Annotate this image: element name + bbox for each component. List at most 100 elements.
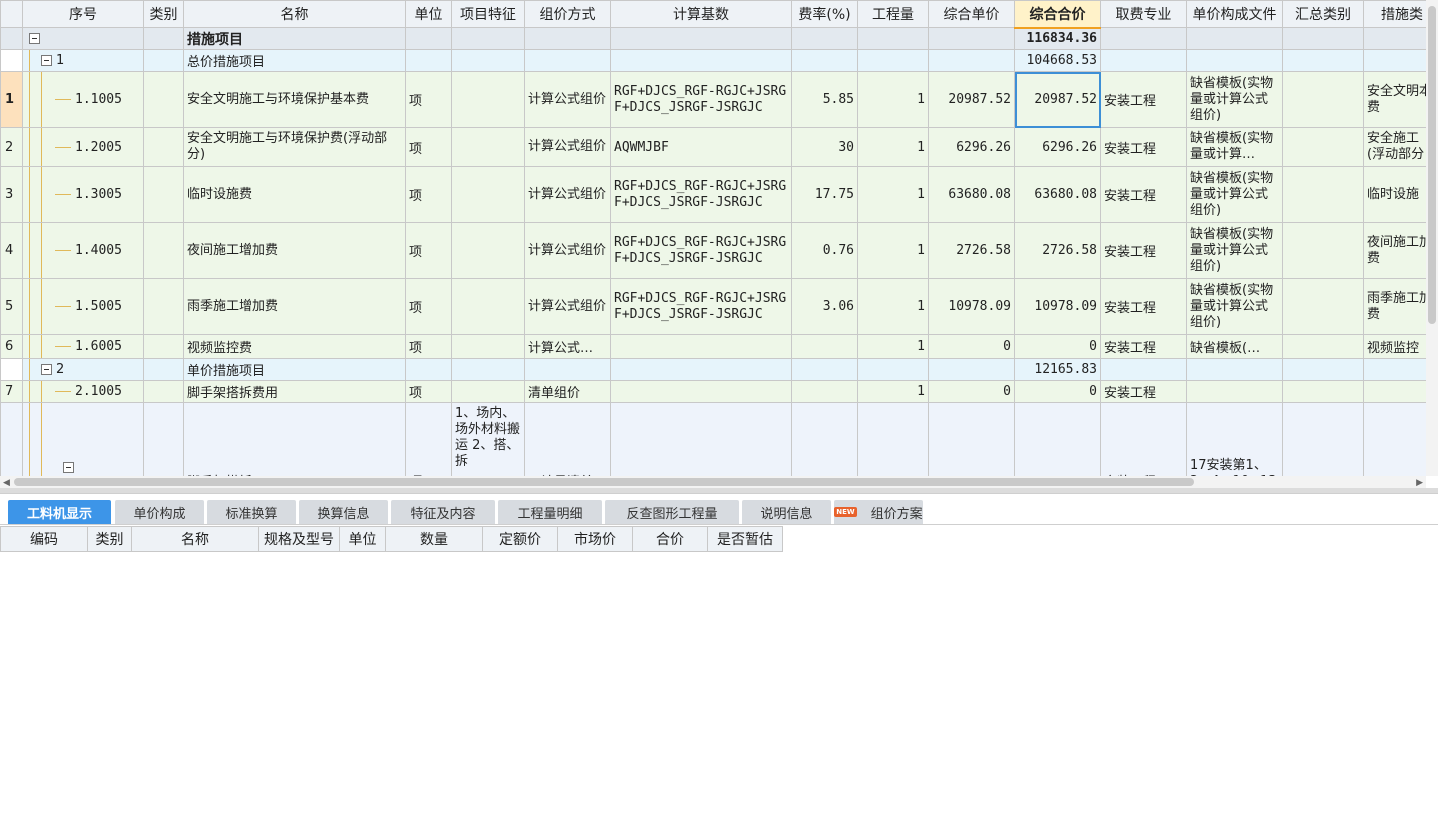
row-fee-type[interactable]: 安装工程 [1100,71,1187,128]
tab-labor-material[interactable]: 工料机显示 [8,500,111,524]
row-name[interactable]: 脚手架搭拆费用 [183,380,406,403]
header-summary[interactable]: 汇总类别 [1282,0,1364,28]
row-rate[interactable]: 3.06 [791,278,858,335]
collapse-icon[interactable] [63,462,74,473]
row-total[interactable]: 12165.83 [1014,402,1101,476]
row-unit-price[interactable]: 12165.83 [928,402,1015,476]
scroll-thumb[interactable] [1428,6,1436,324]
row-qty[interactable]: 1 [857,222,929,279]
row-template[interactable]: 缺省模板(实物量或计算… [1186,127,1283,167]
row-unit-price[interactable]: 63680.08 [928,166,1015,223]
table-row[interactable]: 措施项目 116834.36 [0,27,1426,50]
row-base[interactable]: AQWMJBF [610,127,792,167]
row-name[interactable]: 安全文明施工与环境保护费(浮动部分) [183,127,406,167]
row-qty[interactable]: 1 [857,166,929,223]
row-rate[interactable]: 5.85 [791,71,858,128]
row-template[interactable]: 缺省模板(实物量或计算公式组价) [1186,222,1283,279]
row-fee-type[interactable]: 安装工程 [1100,166,1187,223]
row-base[interactable]: RGF+DJCS_RGF-RGJC+JSRGF+DJCS_JSRGF-JSRGJ… [610,166,792,223]
row-name[interactable]: 安全文明施工与环境保护基本费 [183,71,406,128]
tab-description[interactable]: 说明信息 [742,500,831,524]
row-method[interactable]: 清单组价 [524,380,611,403]
row-total[interactable]: 104668.53 [1014,49,1101,72]
row-qty[interactable]: 1 [857,402,929,476]
vertical-scrollbar[interactable] [1426,0,1438,476]
row-fee-type[interactable]: 安装工程 [1100,278,1187,335]
row-unit[interactable]: 项 [405,71,452,128]
header-feature[interactable]: 项目特征 [451,0,525,28]
row-unit[interactable]: 项 [405,127,452,167]
row-fee-type[interactable]: 安装工程 [1100,334,1187,359]
row-total[interactable]: 20987.52 [1014,71,1101,128]
header-base[interactable]: 计算基数 [610,0,792,28]
row-fee-type[interactable]: 安装工程 [1100,380,1187,403]
row-unit[interactable]: 项 [405,380,452,403]
detail-header-code[interactable]: 编码 [0,526,88,552]
detail-grid[interactable]: 编码 类别 名称 规格及型号 单位 数量 定额价 市场价 合价 是否暂估 [0,526,783,552]
header-unit-price[interactable]: 综合单价 [928,0,1015,28]
header-total[interactable]: 综合合价 [1014,0,1101,29]
row-unit[interactable]: 项 [405,278,452,335]
tab-features[interactable]: 特征及内容 [391,500,495,524]
row-measure-type[interactable]: 夜间施工加费 [1363,222,1426,279]
row-qty[interactable]: 1 [857,334,929,359]
row-rate[interactable]: 0.76 [791,222,858,279]
detail-header-qty[interactable]: 数量 [385,526,483,552]
row-template[interactable]: 缺省模板(实物量或计算公式组价) [1186,166,1283,223]
row-total[interactable]: 116834.36 [1014,27,1101,50]
row-total[interactable]: 10978.09 [1014,278,1101,335]
row-qty[interactable]: 1 [857,278,929,335]
row-method[interactable]: 计算公式组价 [524,222,611,279]
row-unit[interactable]: 项 [405,166,452,223]
tab-quantity-detail[interactable]: 工程量明细 [498,500,602,524]
table-row[interactable]: 2 单价措施项目 12165.83 [0,358,1426,381]
header-method[interactable]: 组价方式 [524,0,611,28]
row-method[interactable]: 计算公式组价 [524,127,611,167]
row-name[interactable]: 临时设施费 [183,166,406,223]
row-unit[interactable]: 项 [405,222,452,279]
row-unit[interactable]: 项 [405,334,452,359]
row-total[interactable]: 6296.26 [1014,127,1101,167]
row-method[interactable]: 可计量清单 [524,402,611,476]
detail-header-name[interactable]: 名称 [131,526,259,552]
row-unit-price[interactable]: 10978.09 [928,278,1015,335]
tab-unit-price[interactable]: 单价构成 [115,500,204,524]
row-unit-price[interactable]: 2726.58 [928,222,1015,279]
scroll-left-icon[interactable]: ◀ [3,478,10,488]
collapse-icon[interactable] [41,364,52,375]
row-measure-type[interactable]: 安全施工(浮动部分 [1363,127,1426,167]
table-row[interactable]: 1 1.1005 安全文明施工与环境保护基本费 项 计算公式组价 RGF+DJC… [0,71,1426,128]
header-category[interactable]: 类别 [143,0,184,28]
row-total[interactable]: 0 [1014,380,1101,403]
row-unit-price[interactable]: 20987.52 [928,71,1015,128]
table-row[interactable]: 2 1.2005 安全文明施工与环境保护费(浮动部分) 项 计算公式组价 AQW… [0,127,1426,167]
row-total[interactable]: 12165.83 [1014,358,1101,381]
header-rate[interactable]: 费率(%) [791,0,858,28]
row-name[interactable]: 雨季施工增加费 [183,278,406,335]
row-qty[interactable]: 1 [857,380,929,403]
tab-reverse-lookup[interactable]: 反查图形工程量 [605,500,739,524]
table-row[interactable]: 8 031301017 脚手架搭拆 项 1、场内、场外材料搬运 2、搭、拆 可计… [0,402,1426,476]
table-row[interactable]: 6 1.6005 视频监控费 项 计算公式… 1 0 0 安装工程 缺省模板(…… [0,334,1426,359]
row-method[interactable]: 计算公式组价 [524,71,611,128]
detail-header-estimate[interactable]: 是否暂估 [707,526,783,552]
row-rate[interactable]: 17.75 [791,166,858,223]
header-template[interactable]: 单价构成文件 [1186,0,1283,28]
row-number[interactable]: 8 [0,402,23,476]
row-number[interactable]: 2 [0,127,23,167]
header-fee-type[interactable]: 取费专业 [1100,0,1187,28]
row-number[interactable]: 5 [0,278,23,335]
row-fee-type[interactable]: 安装工程 [1100,402,1187,476]
measures-grid[interactable]: 序号 类别 名称 单位 项目特征 组价方式 计算基数 费率(%) 工程量 综合单… [0,0,1426,476]
row-base[interactable]: RGF+DJCS_RGF-RGJC+JSRGF+DJCS_JSRGF-JSRGJ… [610,71,792,128]
row-unit-price[interactable]: 0 [928,380,1015,403]
row-fee-type[interactable]: 安装工程 [1100,222,1187,279]
detail-header-spec[interactable]: 规格及型号 [258,526,340,552]
row-total[interactable]: 0 [1014,334,1101,359]
row-name[interactable]: 夜间施工增加费 [183,222,406,279]
row-unit-price[interactable]: 0 [928,334,1015,359]
row-measure-type[interactable]: 安全文明本费 [1363,71,1426,128]
row-base[interactable]: RGF+DJCS_RGF-RGJC+JSRGF+DJCS_JSRGF-JSRGJ… [610,278,792,335]
detail-header-market-price[interactable]: 市场价 [557,526,633,552]
row-unit[interactable]: 项 [405,402,452,476]
